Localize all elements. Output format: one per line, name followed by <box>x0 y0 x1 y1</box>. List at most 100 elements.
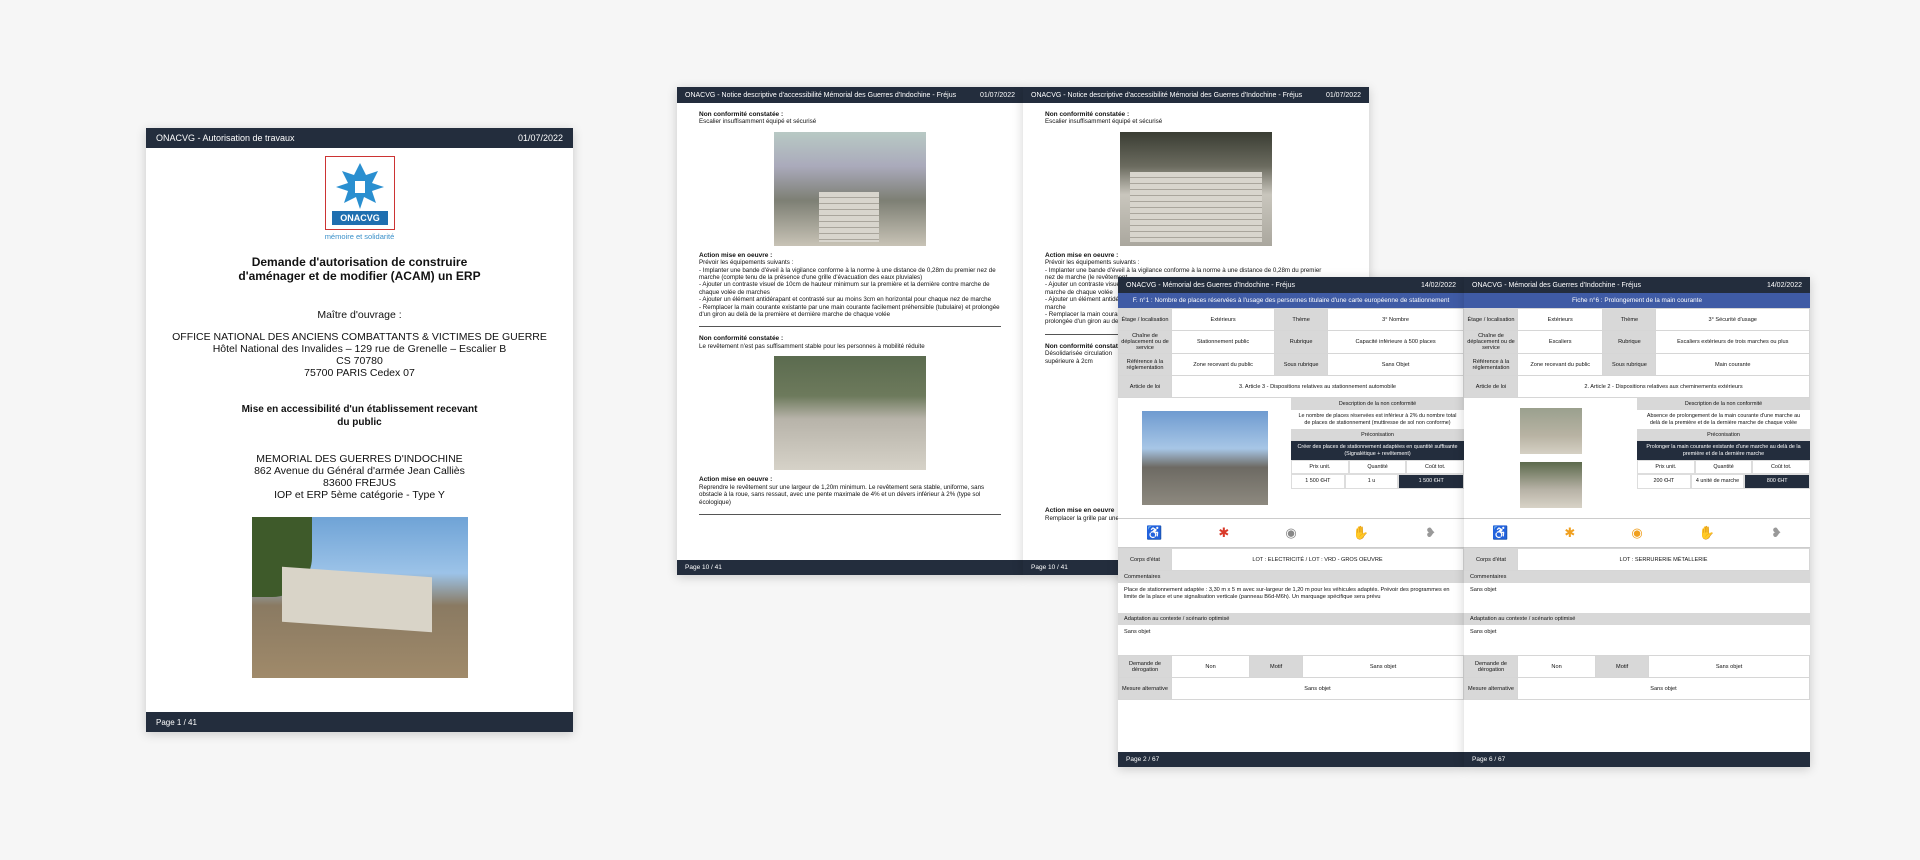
notice-left-header-title: ONACVG - Notice descriptive d'accessibil… <box>685 91 957 99</box>
nc1-text: Escalier insuffisamment équipé et sécuri… <box>699 118 817 126</box>
s1-derog: Non <box>1170 655 1251 678</box>
site-block: MEMORIAL DES GUERRES D'INDOCHINE 862 Ave… <box>146 453 573 501</box>
cover-footer: Page 1 / 41 <box>146 712 573 732</box>
s1-motif: Sans objet <box>1302 655 1464 678</box>
project-title: Mise en accessibilité d'un établissement… <box>146 403 573 429</box>
act1-title: Action mise en oeuvre : <box>699 251 773 259</box>
nc2-text: Le revêtement n'est pas suffisamment sta… <box>699 342 925 350</box>
s2-val-reference: Zone recevant du public <box>1516 353 1604 376</box>
s1-qt-label: Quantité <box>1348 460 1407 474</box>
label-etage: Étage / localisation <box>1118 308 1172 331</box>
label-theme: Thème <box>1274 308 1329 331</box>
s2-preco-text: Prolonger la main courante existante d'u… <box>1637 441 1810 460</box>
act2-text: Reprendre le revêtement sur une largeur … <box>699 483 985 506</box>
s1-adapt-heading: Adaptation au contexte / scénario optimi… <box>1118 613 1464 625</box>
label-chaine: Chaîne de déplacement ou de service <box>1118 330 1172 354</box>
notice-right-header: ONACVG - Notice descriptive d'accessibil… <box>1023 87 1369 103</box>
s2-handicap-icons: ♿ ✱ ◉ ✋ ❥ <box>1464 519 1810 548</box>
s2-qt: 4 unité de marche <box>1690 474 1745 489</box>
handrail-photo-1 <box>1519 408 1582 454</box>
notice-right-header-title: ONACVG - Notice descriptive d'accessibil… <box>1031 91 1303 99</box>
s2-motif: Sans objet <box>1648 655 1810 678</box>
owner-line1: OFFICE NATIONAL DES ANCIENS COMBATTANTS … <box>172 331 547 343</box>
r-act2-title: Action mise en oeuvre <box>1045 507 1115 515</box>
owner-line3: CS 70780 <box>336 355 383 367</box>
r-act2-text: Remplacer la grille par une <box>1045 514 1119 522</box>
s2-val-chaine: Escaliers <box>1516 330 1604 354</box>
sheet1-header: ONACVG - Mémorial des Guerres d'Indochin… <box>1118 277 1464 293</box>
notice-page-left: ONACVG - Notice descriptive d'accessibil… <box>677 87 1023 575</box>
label-sousrub: Sous rubrique <box>1274 353 1329 376</box>
cover-title-line1: Demande d'autorisation de construire <box>251 255 468 269</box>
s2-qt-label: Quantité <box>1694 460 1753 474</box>
s2-label-reference: Référence à la réglementation <box>1464 353 1518 376</box>
s2-label-etage: Étage / localisation <box>1464 308 1518 331</box>
s1-comm-heading: Commentaires <box>1118 571 1464 583</box>
sheet2-info-table: Étage / localisation Extérieurs Thème 3° Sé… <box>1464 308 1810 398</box>
handrail-photo-2 <box>1519 462 1582 508</box>
s1-qt: 1 u <box>1344 474 1399 489</box>
label-reference: Référence à la réglementation <box>1118 353 1172 376</box>
s2-label-sousrub: Sous rubrique <box>1602 353 1657 376</box>
r-act1-line1: - Implanter une bande d'éveil à la vigil… <box>1045 266 1322 274</box>
owner-line2: Hôtel National des Invalides – 129 rue d… <box>212 343 507 355</box>
s1-ct: 1 500 €HT <box>1398 474 1464 489</box>
act1-line1: - Implanter une bande d'éveil à la vigil… <box>699 266 996 282</box>
s2-comm: Sans objet <box>1470 587 1497 593</box>
s2-val-sousrub: Main courante <box>1655 353 1810 376</box>
sheet1-fiche-title: F. n°1 : Nombre de places réservées à l'… <box>1118 293 1464 308</box>
project-title-line1: Mise en accessibilité d'un établissement… <box>241 404 478 415</box>
s2-preco-heading: Préconisation <box>1637 429 1810 441</box>
parking-photo <box>1141 411 1268 505</box>
nc2-title: Non conformité constatée : <box>699 335 784 343</box>
s1-pu-label: Prix unit. <box>1291 460 1349 474</box>
r-nc1-text: Escalier insuffisamment équipé et sécuri… <box>1045 118 1163 126</box>
s1-motif-label: Motif <box>1249 655 1304 678</box>
stairs-photo <box>774 131 926 246</box>
notice-left-header: ONACVG - Notice descriptive d'accessibil… <box>677 87 1023 103</box>
s1-desc-heading: Description de la non conformité <box>1291 398 1464 410</box>
cover-page: ONACVG - Autorisation de travaux 01/07/2… <box>146 128 573 732</box>
outdoor-stairs-photo <box>1120 131 1272 246</box>
s1-ct-label: Coût tot. <box>1406 460 1464 474</box>
s2-comm-heading: Commentaires <box>1464 571 1810 583</box>
s1-mesure: Sans objet <box>1171 677 1464 700</box>
s2-val-etage: Extérieurs <box>1516 308 1604 331</box>
r-nc2-title: Non conformité constatée <box>1045 342 1126 350</box>
project-title-line2: du public <box>337 417 382 428</box>
val-chaine: Stationnement public <box>1170 330 1276 354</box>
s2-mesure-label: Mesure alternative <box>1464 677 1518 700</box>
s2-ct: 800 €HT <box>1744 474 1810 489</box>
s1-preco-text: Créer des places de stationnement adapté… <box>1291 441 1464 460</box>
sheet1-header-title: ONACVG - Mémorial des Guerres d'Indochin… <box>1126 281 1296 289</box>
sheet1-header-date: 14/02/2022 <box>1420 281 1456 289</box>
s2-val-article: 2. Article 2 - Dispositions relatives au… <box>1517 375 1810 398</box>
site-name: MEMORIAL DES GUERRES D'INDOCHINE <box>256 453 463 465</box>
s1-handicap-icons: ♿ ✱ ◉ ✋ ❥ <box>1118 519 1464 548</box>
s1-mesure-label: Mesure alternative <box>1118 677 1172 700</box>
val-rubrique: Capacité inférieure à 500 places <box>1327 330 1464 354</box>
s2-ct-label: Coût tot. <box>1752 460 1810 474</box>
maitre-label: Maître d'ouvrage : <box>317 309 402 321</box>
hand-icon: ✋ <box>1698 525 1715 540</box>
sheet2-header-title: ONACVG - Mémorial des Guerres d'Indochin… <box>1472 281 1642 289</box>
logo-tagline: mémoire et solidarité <box>324 232 395 241</box>
nc1-title: Non conformité constatée : <box>699 111 784 118</box>
s2-desc-text: Absence de prolongement de la main coura… <box>1646 413 1801 426</box>
val-sousrub: Sans Objet <box>1327 353 1464 376</box>
fiche-sheet-1: ONACVG - Mémorial des Guerres d'Indochin… <box>1118 277 1464 767</box>
act2-title: Action mise en oeuvre : <box>699 476 773 484</box>
s2-desc-heading: Description de la non conformité <box>1637 398 1810 410</box>
notice-left-header-date: 01/07/2022 <box>979 91 1015 99</box>
s2-val-theme: 3° Sécurité d'usage <box>1655 308 1810 331</box>
sheet2-footer: Page 6 / 67 <box>1464 752 1810 767</box>
r-act1-title: Action mise en oeuvre : <box>1045 251 1119 259</box>
cover-title: Demande d'autorisation de construire d'a… <box>146 255 573 283</box>
cover-header: ONACVG - Autorisation de travaux 01/07/2… <box>146 128 573 148</box>
fiche-sheet-2: ONACVG - Mémorial des Guerres d'Indochin… <box>1464 277 1810 767</box>
s1-pu: 1 500 €HT <box>1291 474 1345 489</box>
r-act1-line0: Prévoir les équipements suivants : <box>1045 259 1140 267</box>
wheelchair-icon: ♿ <box>1146 525 1163 540</box>
act1-line4: - Remplacer la main courante existante p… <box>699 303 1000 319</box>
val-reference: Zone recevant du public <box>1170 353 1276 376</box>
